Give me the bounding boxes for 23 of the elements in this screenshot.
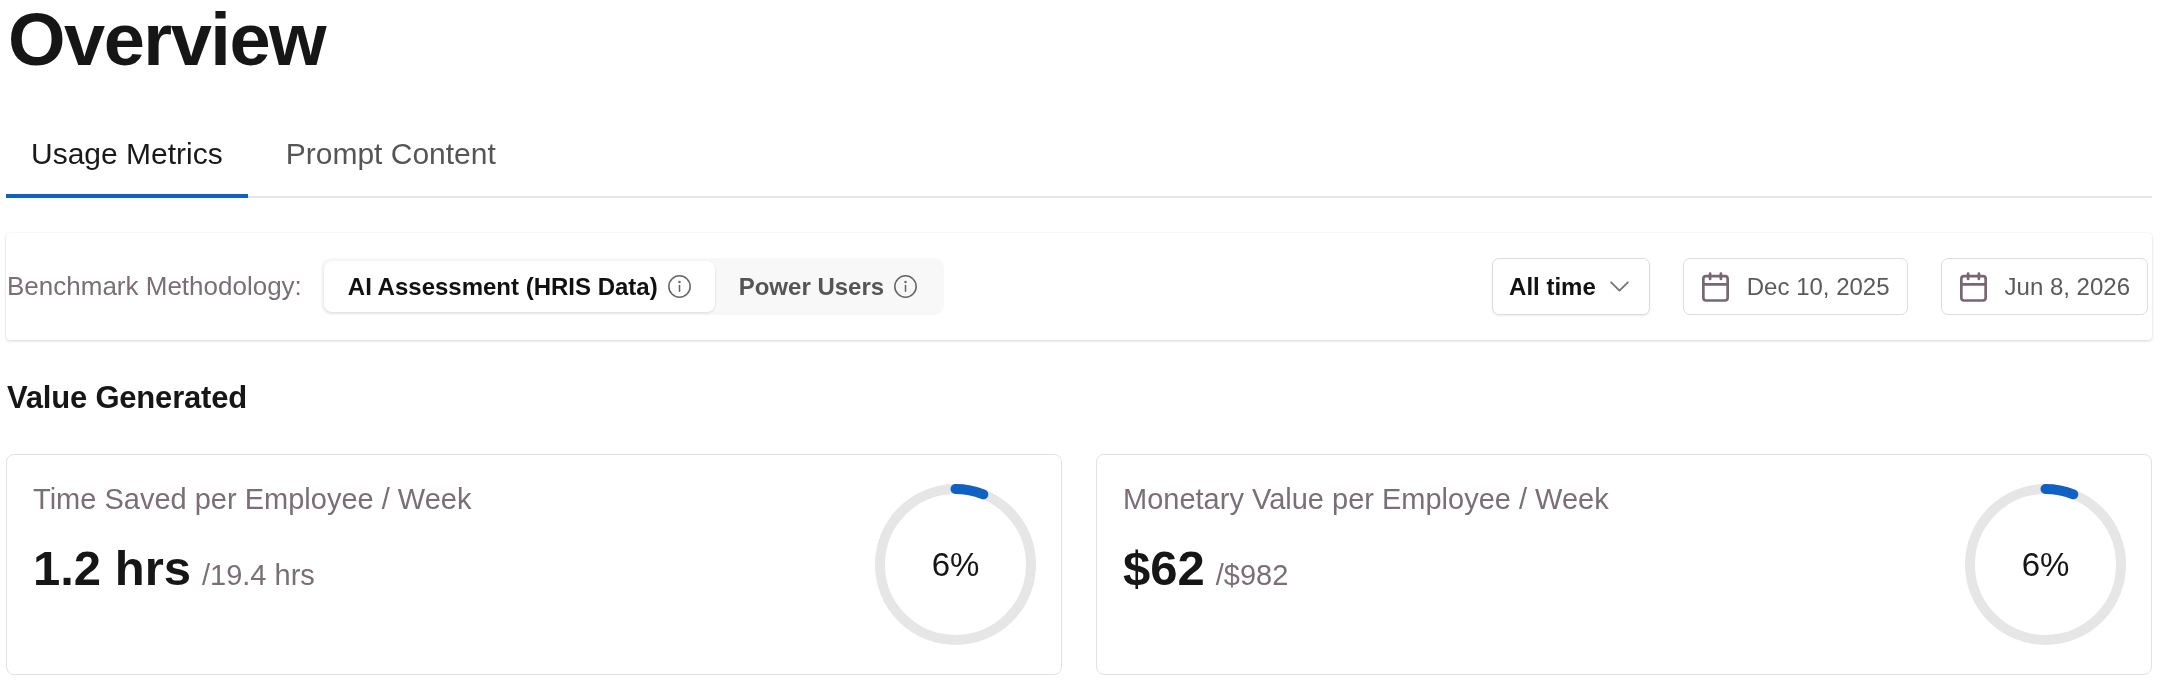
tab[interactable]: Usage Metrics: [6, 117, 248, 198]
info-icon: [894, 275, 918, 298]
segment-option[interactable]: Power Users: [714, 261, 942, 312]
segment-option[interactable]: AI Assessment (HRIS Data): [323, 261, 715, 312]
date-picker-button[interactable]: Dec 10, 2025: [1682, 258, 1908, 315]
calendar-icon: [1959, 271, 1987, 302]
metric-value: $62: [1123, 540, 1205, 597]
range-dropdown[interactable]: All time: [1492, 258, 1650, 315]
metric-title: Time Saved per Employee / Week: [33, 482, 472, 517]
benchmark-label: Benchmark Methodology:: [7, 271, 302, 302]
page-title: Overview: [8, 3, 326, 77]
date-picker-button[interactable]: Jun 8, 2026: [1940, 258, 2148, 315]
percent-label: 6%: [2021, 545, 2070, 584]
info-icon: [667, 275, 691, 298]
metric-value: 1.2 hrs: [33, 540, 191, 597]
calendar-icon: [1701, 271, 1729, 302]
chevron-down-icon: [1609, 281, 1629, 292]
tab[interactable]: Prompt Content: [260, 117, 521, 198]
metric-total: /$982: [1215, 559, 1289, 592]
section-heading: Value Generated: [7, 379, 247, 417]
percent-label: 6%: [931, 545, 980, 584]
metric-total: /19.4 hrs: [202, 559, 315, 592]
metric-title: Monetary Value per Employee / Week: [1123, 482, 1609, 517]
